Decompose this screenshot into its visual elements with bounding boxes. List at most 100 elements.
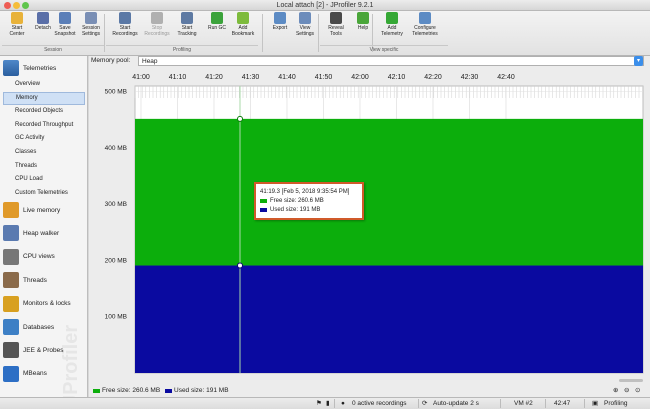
start-center-icon xyxy=(11,12,23,24)
stop-recordings-icon xyxy=(151,12,163,24)
sidebar-subitem-threads[interactable]: Threads xyxy=(3,160,85,173)
bookmark-icon[interactable]: ▮ xyxy=(326,398,330,409)
sidebar-subitem-recorded-objects[interactable]: Recorded Objects xyxy=(3,105,85,118)
x-tick-label: 42:10 xyxy=(388,74,406,81)
status-bar: ⚑ ▮ ● 0 active recordings ⟳ Auto-update … xyxy=(0,397,650,409)
sidebar-item-threads[interactable]: Threads xyxy=(3,272,47,289)
free-size-area xyxy=(135,118,643,266)
tooltip-free-row: Free size: 260.6 MB xyxy=(260,196,358,205)
sidebar-subitem-custom-telemetries[interactable]: Custom Telemetries xyxy=(3,187,85,200)
x-tick-label: 41:50 xyxy=(315,74,333,81)
help-button[interactable]: Help xyxy=(348,12,378,31)
toolbar-button-label: Center xyxy=(9,31,25,37)
sidebar-item-heap-walker[interactable]: Heap walker xyxy=(3,225,60,242)
active-recordings-status: 0 active recordings xyxy=(352,400,407,407)
start-recordings-button[interactable]: Start Recordings xyxy=(110,12,140,37)
sidebar-item-databases[interactable]: Databases xyxy=(3,319,54,335)
start-tracking-button[interactable]: Start Tracking xyxy=(172,12,202,37)
legend-used-label: Used size: 191 MB xyxy=(174,387,229,394)
start-tracking-icon xyxy=(181,12,193,24)
sidebar-subitem-recorded-throughput[interactable]: Recorded Throughput xyxy=(3,119,85,132)
refresh-icon[interactable]: ⟳ xyxy=(422,398,427,409)
sidebar-subitem-memory[interactable]: Memory xyxy=(3,91,85,105)
toolbar-separator xyxy=(262,14,263,52)
sidebar-item-jee-probes[interactable]: JEE & Probes xyxy=(3,342,64,359)
add-telemetry-icon xyxy=(386,12,398,24)
cursor-point-used xyxy=(237,262,243,269)
configure-telemetries-button[interactable]: Configure Telemetries xyxy=(410,12,440,37)
chevron-down-icon[interactable]: ▾ xyxy=(634,56,643,66)
free-swatch-icon xyxy=(93,389,100,393)
elapsed-time-status: 42:47 xyxy=(554,400,571,407)
live-memory-icon xyxy=(3,202,19,218)
telemetries-icon xyxy=(3,60,19,76)
configure-telemetries-icon xyxy=(419,12,431,24)
toolbar-button-label: Recordings xyxy=(112,31,138,37)
sidebar-item-label: JEE & Probes xyxy=(23,346,64,354)
sidebar-telemetries[interactable]: Telemetries xyxy=(3,60,56,76)
view-settings-button[interactable]: View Settings xyxy=(290,12,320,37)
toolbar-button-label: Recordings xyxy=(144,31,170,37)
x-tick-label: 42:00 xyxy=(351,74,369,81)
memory-chart[interactable]: 41:00 41:10 41:20 41:30 41:40 41:50 42:00 42:10… xyxy=(89,68,650,386)
zoom-out-icon[interactable]: ⊖ xyxy=(624,385,629,397)
sidebar-item-label: Live memory xyxy=(23,206,61,214)
detach-icon xyxy=(37,12,49,24)
y-tick-label: 200 MB xyxy=(105,257,127,264)
add-bookmark-button[interactable]: Add Bookmark xyxy=(228,12,258,37)
sidebar-subitem-classes[interactable]: Classes xyxy=(3,146,85,159)
window-title: Local attach [2] - JProfiler 9.2.1 xyxy=(276,2,374,9)
memory-chart-svg: 41:00 41:10 41:20 41:30 41:40 41:50 42:00 42:10… xyxy=(105,74,644,382)
jee-probes-icon xyxy=(3,342,19,359)
sidebar-item-monitors-locks[interactable]: Monitors & locks xyxy=(3,295,71,312)
tooltip-title: 41:19.3 [Feb 5, 2018 9:35:54 PM] xyxy=(260,188,350,195)
toolbar-button-label: Tracking xyxy=(177,31,197,37)
memory-pool-bar: Memory pool: Heap ▾ xyxy=(89,56,650,67)
toolbar-button-label: Bookmark xyxy=(231,31,255,37)
memory-pool-select[interactable]: Heap ▾ xyxy=(138,56,644,66)
sidebar-item-label: Heap walker xyxy=(23,229,60,237)
y-tick-label: 300 MB xyxy=(105,201,127,208)
toolbar-button-label: Telemetries xyxy=(412,31,438,37)
memory-pool-value: Heap xyxy=(142,58,158,65)
toolbar-separator xyxy=(318,14,319,52)
sidebar-subitem-gc-activity[interactable]: GC Activity xyxy=(3,132,85,145)
reveal-tools-button[interactable]: Reveal Tools xyxy=(321,12,351,37)
toolbar-button-label: Tools xyxy=(330,31,342,37)
export-icon xyxy=(274,12,286,24)
sidebar-item-mbeans[interactable]: MBeans xyxy=(3,365,47,382)
toolbar-separator xyxy=(104,14,105,52)
sidebar-item-live-memory[interactable]: Live memory xyxy=(3,202,60,218)
threads-icon xyxy=(3,272,19,289)
sidebar-item-label: CPU views xyxy=(23,253,55,261)
memory-pool-label: Memory pool: xyxy=(91,57,131,64)
sidebar-subitem-overview[interactable]: Overview xyxy=(3,78,85,91)
x-tick-label: 42:30 xyxy=(461,74,479,81)
session-settings-icon xyxy=(85,12,97,24)
help-icon xyxy=(357,12,369,24)
sidebar-item-label: Monitors & locks xyxy=(23,300,71,308)
toolbar-group-session: Session xyxy=(2,45,104,53)
zoom-window-button[interactable] xyxy=(22,2,29,9)
sidebar: Telemetries JProfiler Overview Memory Reco… xyxy=(0,56,88,397)
session-settings-button[interactable]: Session Settings xyxy=(76,12,106,37)
add-telemetry-button[interactable]: Add Telemetry xyxy=(377,12,407,37)
zoom-in-icon[interactable]: ⊕ xyxy=(613,385,618,397)
sidebar-subitem-cpu-load[interactable]: CPU Load xyxy=(3,173,85,186)
auto-update-status[interactable]: Auto-update 2 s xyxy=(433,398,479,409)
zoom-fit-icon[interactable]: ⊙ xyxy=(635,385,640,397)
chart-legend: Free size: 260.6 MB Used size: 191 MB ⊕ … xyxy=(89,385,650,397)
flag-icon[interactable]: ⚑ xyxy=(316,398,322,409)
toolbar: Start Center Detach Save Snapshot Session Sett… xyxy=(0,11,650,56)
used-swatch-icon xyxy=(260,207,267,212)
cpu-views-icon xyxy=(3,248,19,265)
chart-tooltip: 41:19.3 [Feb 5, 2018 9:35:54 PM] Free si… xyxy=(254,182,364,220)
tooltip-used-row: Used size: 191 MB xyxy=(260,205,358,214)
sidebar-item-label: Databases xyxy=(23,323,55,331)
minimize-window-button[interactable] xyxy=(13,2,20,9)
close-window-button[interactable] xyxy=(4,2,11,9)
run-gc-icon xyxy=(211,12,223,24)
sidebar-item-cpu-views[interactable]: CPU views xyxy=(3,248,55,265)
stop-recordings-button[interactable]: Stop Recordings xyxy=(142,12,172,37)
toolbar-group-profiling: Profiling xyxy=(106,45,258,53)
